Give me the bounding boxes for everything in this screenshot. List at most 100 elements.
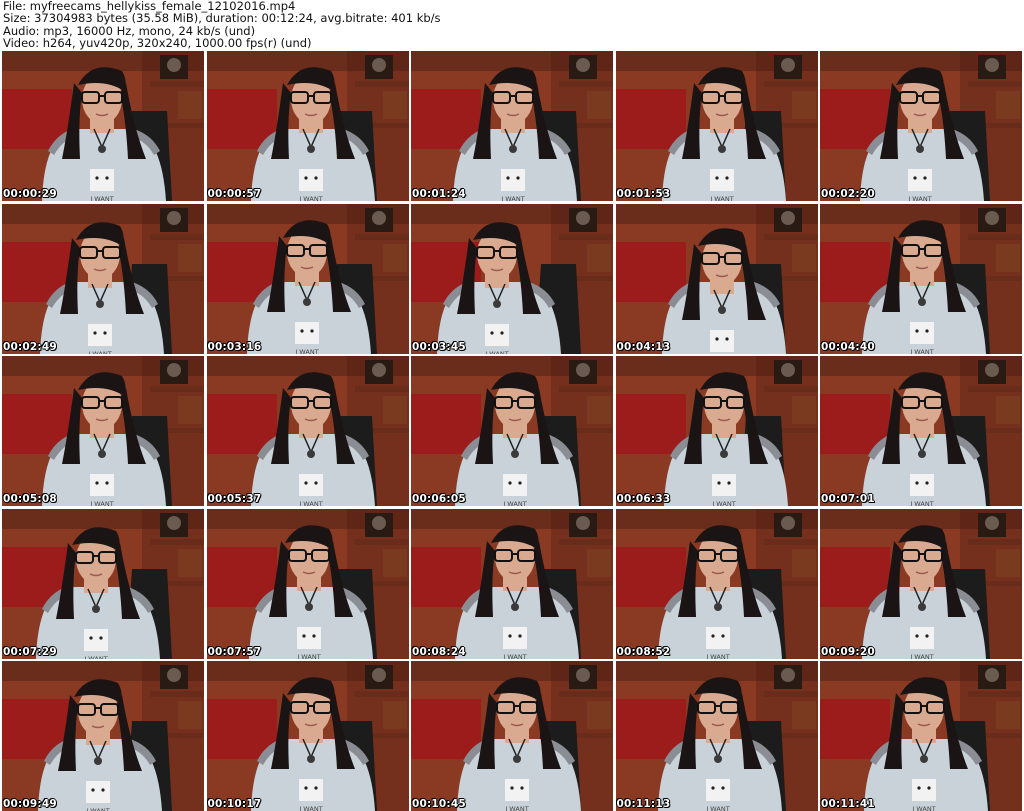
video-thumbnail: I WANT 00:07:29 bbox=[2, 508, 204, 659]
thumbnail-frame-image: I WANT bbox=[2, 51, 204, 201]
thumbnail-frame-image: I WANT bbox=[411, 508, 613, 659]
thumbnail-timestamp: 00:04:13 bbox=[616, 340, 671, 353]
thumbnail-timestamp: 00:07:01 bbox=[821, 493, 875, 505]
thumbnail-frame-image: I WANT bbox=[206, 51, 409, 201]
svg-text:I WANT: I WANT bbox=[295, 348, 318, 354]
svg-text:I WANT: I WANT bbox=[505, 805, 528, 811]
video-thumbnail: I WANT 00:02:49 bbox=[2, 203, 204, 354]
video-info-line: Video: h264, yuv420p, 320x240, 1000.00 f… bbox=[3, 36, 312, 51]
thumbnail-frame-image: I WANT bbox=[820, 661, 1022, 811]
thumbnail-frame-image: I WANT bbox=[2, 661, 204, 811]
svg-text:I WANT: I WANT bbox=[299, 500, 322, 506]
thumbnail-timestamp: 00:00:57 bbox=[207, 188, 262, 200]
svg-text:I WANT: I WANT bbox=[90, 500, 113, 506]
svg-text:I WANT: I WANT bbox=[90, 195, 113, 201]
thumbnail-frame-image: I WANT bbox=[820, 356, 1022, 506]
thumbnail-timestamp: 00:09:20 bbox=[821, 645, 875, 658]
video-thumbnail: I WANT 00:11:41 bbox=[820, 661, 1022, 811]
thumbnail-frame-image: I WANT bbox=[615, 661, 818, 811]
svg-text:I WANT: I WANT bbox=[912, 805, 935, 811]
thumbnail-timestamp: 00:06:33 bbox=[616, 493, 671, 505]
video-thumbnail: I WANT 00:00:57 bbox=[206, 51, 409, 201]
svg-text:I WANT: I WANT bbox=[86, 807, 109, 811]
thumbnail-timestamp: 00:07:57 bbox=[207, 645, 262, 658]
thumbnail-timestamp: 00:10:45 bbox=[412, 798, 466, 810]
thumbnail-timestamp: 00:05:08 bbox=[3, 493, 57, 505]
thumbnail-timestamp: 00:06:05 bbox=[412, 493, 466, 505]
svg-text:I WANT: I WANT bbox=[910, 500, 933, 506]
video-thumbnail: I WANT 00:10:17 bbox=[206, 661, 409, 811]
video-thumbnail: I WANT 00:10:45 bbox=[411, 661, 613, 811]
svg-text:I WANT: I WANT bbox=[910, 348, 933, 354]
thumbnail-frame-image: I WANT bbox=[615, 508, 818, 659]
video-thumbnail: I WANT 00:01:24 bbox=[411, 51, 613, 201]
file-size-line: Size: 37304983 bytes (35.58 MiB), durati… bbox=[3, 11, 441, 26]
svg-text:I WANT: I WANT bbox=[712, 500, 735, 506]
thumbnail-frame-image: I WANT bbox=[206, 356, 409, 506]
thumbnail-frame-image: I WANT bbox=[820, 203, 1022, 354]
thumbnail-timestamp: 00:11:41 bbox=[821, 798, 875, 810]
video-thumbnail: I WANT 00:04:40 bbox=[820, 203, 1022, 354]
file-info-header: File: myfreecams_hellykiss_female_121020… bbox=[3, 0, 1021, 50]
thumbnail-timestamp: 00:01:24 bbox=[412, 188, 466, 200]
video-thumbnail: I WANT 00:07:57 bbox=[206, 508, 409, 659]
svg-text:I WANT: I WANT bbox=[297, 653, 320, 659]
thumbnail-frame-image: I WANT bbox=[411, 661, 613, 811]
video-thumbnail: I WANT 00:03:16 bbox=[206, 203, 409, 354]
video-thumbnail: I WANT 00:02:20 bbox=[820, 51, 1022, 201]
thumbnail-timestamp: 00:08:24 bbox=[412, 645, 466, 658]
svg-text:I WANT: I WANT bbox=[503, 653, 526, 659]
video-thumbnail: I WANT 00:04:13 bbox=[615, 203, 818, 354]
thumbnail-timestamp: 00:04:40 bbox=[821, 340, 875, 353]
thumbnail-timestamp: 00:03:45 bbox=[412, 340, 466, 353]
thumbnail-frame-image: I WANT bbox=[820, 508, 1022, 659]
video-thumbnail: I WANT 00:01:53 bbox=[615, 51, 818, 201]
video-thumbnail: I WANT 00:00:29 bbox=[2, 51, 204, 201]
thumbnail-frame-image: I WANT bbox=[411, 51, 613, 201]
thumbnail-timestamp: 00:08:52 bbox=[616, 645, 671, 658]
thumbnail-frame-image: I WANT bbox=[2, 203, 204, 354]
video-thumbnail: I WANT 00:06:33 bbox=[615, 356, 818, 506]
thumbnail-timestamp: 00:03:16 bbox=[207, 340, 262, 353]
thumbnail-timestamp: 00:02:20 bbox=[821, 188, 875, 200]
thumbnail-timestamp: 00:11:13 bbox=[616, 798, 671, 810]
thumbnail-frame-image: I WANT bbox=[820, 51, 1022, 201]
video-thumbnail: I WANT 00:06:05 bbox=[411, 356, 613, 506]
thumbnail-grid: I WANT 00:00:29 I WANT 00:00:57 I WANT 0… bbox=[2, 51, 1022, 811]
thumbnail-frame-image: I WANT bbox=[615, 203, 818, 354]
video-thumbnail: I WANT 00:07:01 bbox=[820, 356, 1022, 506]
thumbnail-frame-image: I WANT bbox=[615, 356, 818, 506]
thumbnail-timestamp: 00:05:37 bbox=[207, 493, 262, 505]
thumbnail-timestamp: 00:01:53 bbox=[616, 188, 671, 200]
thumbnail-frame-image: I WANT bbox=[2, 356, 204, 506]
video-thumbnail: I WANT 00:11:13 bbox=[615, 661, 818, 811]
svg-text:I WANT: I WANT bbox=[501, 195, 524, 201]
thumbnail-frame-image: I WANT bbox=[206, 508, 409, 659]
svg-text:I WANT: I WANT bbox=[84, 655, 107, 659]
video-thumbnail: I WANT 00:08:52 bbox=[615, 508, 818, 659]
video-thumbnail: I WANT 00:03:45 bbox=[411, 203, 613, 354]
video-thumbnail: I WANT 00:09:49 bbox=[2, 661, 204, 811]
svg-text:I WANT: I WANT bbox=[908, 195, 931, 201]
thumbnail-timestamp: 00:00:29 bbox=[3, 188, 57, 200]
svg-text:I WANT: I WANT bbox=[299, 805, 322, 811]
thumbnail-frame-image: I WANT bbox=[206, 661, 409, 811]
svg-text:I WANT: I WANT bbox=[503, 500, 526, 506]
thumbnail-frame-image: I WANT bbox=[206, 203, 409, 354]
thumbnail-frame-image: I WANT bbox=[411, 356, 613, 506]
video-thumbnail: I WANT 00:05:08 bbox=[2, 356, 204, 506]
thumbnail-timestamp: 00:07:29 bbox=[3, 645, 57, 658]
thumbnail-timestamp: 00:02:49 bbox=[3, 340, 57, 353]
svg-text:I WANT: I WANT bbox=[485, 350, 508, 354]
svg-text:I WANT: I WANT bbox=[910, 653, 933, 659]
svg-text:I WANT: I WANT bbox=[710, 195, 733, 201]
thumbnail-timestamp: 00:10:17 bbox=[207, 798, 262, 810]
svg-text:I WANT: I WANT bbox=[88, 350, 111, 354]
thumbnail-frame-image: I WANT bbox=[2, 508, 204, 659]
svg-text:I WANT: I WANT bbox=[706, 653, 729, 659]
video-thumbnail: I WANT 00:05:37 bbox=[206, 356, 409, 506]
video-thumbnail: I WANT 00:09:20 bbox=[820, 508, 1022, 659]
video-thumbnail: I WANT 00:08:24 bbox=[411, 508, 613, 659]
thumbnail-timestamp: 00:09:49 bbox=[3, 798, 57, 810]
svg-text:I WANT: I WANT bbox=[299, 195, 322, 201]
